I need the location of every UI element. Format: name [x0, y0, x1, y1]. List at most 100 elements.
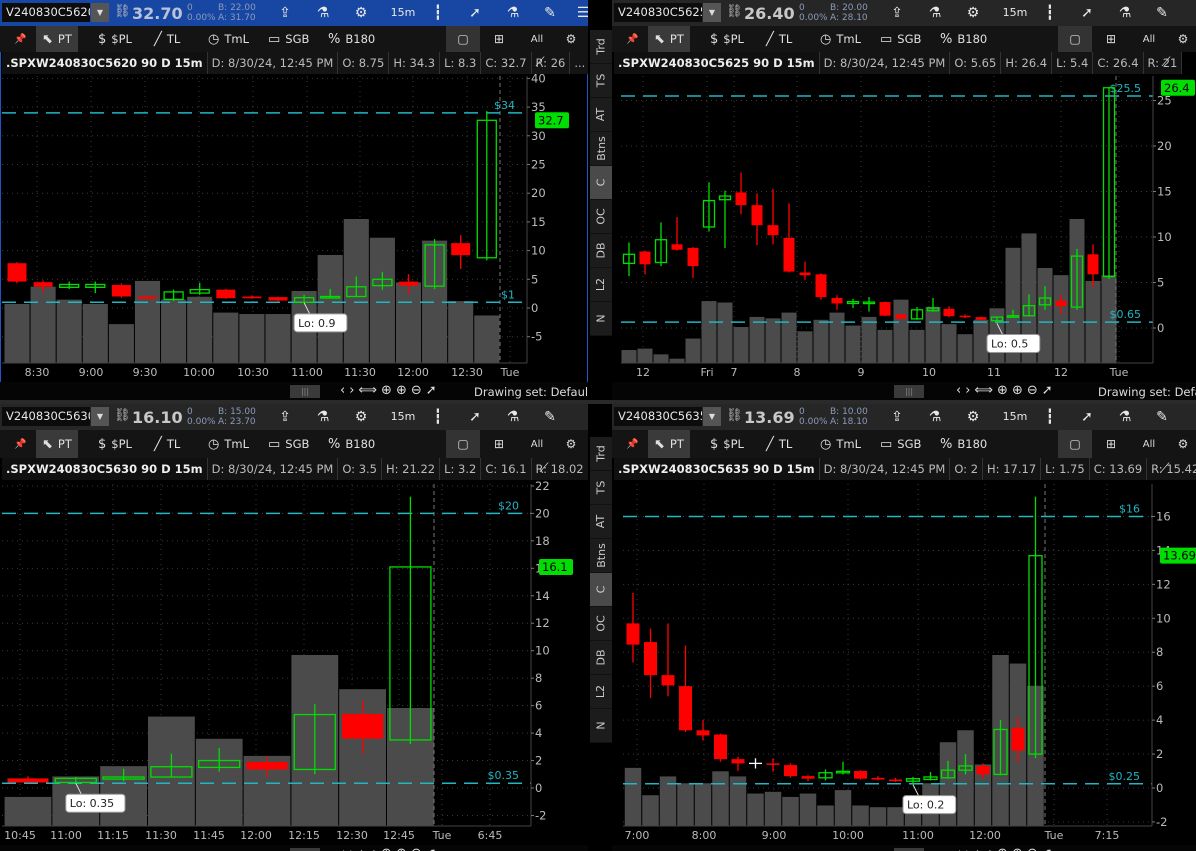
- side-tab-trd[interactable]: Trd: [590, 30, 612, 64]
- chart-type-candle-icon[interactable]: ┇: [1037, 3, 1063, 23]
- all-button[interactable]: All: [1132, 430, 1166, 458]
- share-icon[interactable]: ⇪: [884, 3, 910, 23]
- pin-button[interactable]: 📌: [8, 26, 32, 52]
- pl-tool-button[interactable]: $ $PL: [92, 26, 138, 52]
- pointer-tool-button[interactable]: ⬉ PT: [648, 430, 690, 458]
- pl-tool-button[interactable]: $ $PL: [704, 26, 750, 52]
- side-tab-btns[interactable]: Btns: [590, 539, 612, 573]
- chart-type-candle-icon[interactable]: ┇: [1037, 407, 1063, 427]
- link-icon[interactable]: ⛓: [726, 408, 743, 423]
- pin-button[interactable]: 📌: [8, 430, 32, 458]
- scroll-left-icon[interactable]: ‹: [340, 383, 345, 398]
- single-layout-button[interactable]: ▢: [446, 430, 480, 458]
- pointer-tool-button[interactable]: ⬉ PT: [36, 26, 78, 52]
- timeframe-button[interactable]: 15m: [388, 407, 418, 427]
- drawing-set-selector[interactable]: Drawing set: Defau: [1098, 385, 1196, 399]
- side-tab-btns[interactable]: Btns: [590, 132, 612, 166]
- pl-tool-button[interactable]: $ $PL: [92, 430, 138, 458]
- horizontal-scrollbar[interactable]: ||| ‹ › ⟺ ⊕ ⊕ ⊖ ➚ Drawing set: Defau: [612, 382, 1196, 400]
- scrollbar-thumb[interactable]: |||: [894, 385, 924, 398]
- scroll-right-icon[interactable]: ›: [349, 383, 354, 398]
- timeline-tool-button[interactable]: ◷ TmL: [202, 26, 255, 52]
- side-tab-c[interactable]: C: [590, 166, 612, 200]
- chart-type-candle-icon[interactable]: ┇: [425, 407, 451, 427]
- share-icon[interactable]: ⇪: [272, 407, 298, 427]
- horizontal-scrollbar[interactable]: |||‹›⟺⊕⊕⊖➚: [612, 845, 1196, 851]
- expand-icon[interactable]: ⟺: [974, 846, 993, 851]
- zoom-out-icon[interactable]: ⊖: [411, 846, 422, 851]
- sgb-tool-button[interactable]: ▭ SGB: [262, 430, 315, 458]
- cursor-icon[interactable]: ➚: [426, 383, 437, 398]
- drawing-tools-icon[interactable]: ✎: [537, 3, 563, 23]
- side-tab-ts[interactable]: TS: [590, 64, 612, 98]
- side-tab-db[interactable]: DB: [590, 641, 612, 675]
- scroll-right-icon[interactable]: ›: [965, 846, 970, 851]
- zoom-out-icon[interactable]: ⊖: [411, 383, 422, 398]
- b180-tool-button[interactable]: % B180: [322, 430, 381, 458]
- crosshair-icon[interactable]: ⊕: [381, 383, 392, 398]
- side-tab-n[interactable]: N: [590, 302, 612, 336]
- scroll-right-icon[interactable]: ›: [349, 846, 354, 851]
- symbol-dropdown-button[interactable]: ▼: [703, 3, 721, 22]
- studies-flask-icon[interactable]: ⚗: [922, 3, 948, 23]
- zoom-in-icon[interactable]: ⊕: [1012, 383, 1023, 398]
- single-layout-button[interactable]: ▢: [1058, 26, 1092, 52]
- studies-flask-icon[interactable]: ⚗: [922, 407, 948, 427]
- cursor-icon[interactable]: ➚: [1042, 383, 1053, 398]
- symbol-dropdown-button[interactable]: ▼: [91, 3, 109, 22]
- timeframe-button[interactable]: 15m: [1000, 407, 1030, 427]
- zoom-out-icon[interactable]: ⊖: [1027, 383, 1038, 398]
- expand-icon[interactable]: ⟺: [974, 383, 993, 398]
- strategies-flask-icon[interactable]: ⚗: [500, 3, 526, 23]
- trendline-tool-button[interactable]: ╱ TL: [760, 26, 798, 52]
- link-icon[interactable]: ⛓: [114, 408, 131, 423]
- share-icon[interactable]: ⇪: [272, 3, 298, 23]
- symbol-input[interactable]: V240830C5635: [614, 407, 702, 426]
- trendline-tool-button[interactable]: ╱ TL: [760, 430, 798, 458]
- horizontal-scrollbar[interactable]: ||| ‹ › ⟺ ⊕ ⊕ ⊖ ➚ Drawing set: Default: [0, 382, 588, 400]
- pointer-tool-button[interactable]: ⬉ PT: [36, 430, 78, 458]
- side-tab-ts[interactable]: TS: [590, 471, 612, 505]
- single-layout-button[interactable]: ▢: [1058, 430, 1092, 458]
- b180-tool-button[interactable]: % B180: [322, 26, 381, 52]
- expand-icon[interactable]: ⟺: [358, 383, 377, 398]
- toolbar-settings-button[interactable]: ⚙: [1166, 430, 1196, 458]
- side-tab-oc[interactable]: OC: [590, 200, 612, 234]
- settings-gear-icon[interactable]: ⚙: [960, 407, 986, 427]
- expand-icon[interactable]: ⟺: [358, 846, 377, 851]
- studies-flask-icon[interactable]: ⚗: [310, 407, 336, 427]
- side-tab-at[interactable]: AT: [590, 505, 612, 539]
- drawing-tools-icon[interactable]: ✎: [537, 407, 563, 427]
- trendline-tool-button[interactable]: ╱ TL: [148, 26, 186, 52]
- timeframe-button[interactable]: 15m: [388, 3, 418, 23]
- style-settings-icon[interactable]: ⟋: [1154, 459, 1176, 479]
- cursor-icon[interactable]: ➚: [426, 846, 437, 851]
- side-tab-at[interactable]: AT: [590, 98, 612, 132]
- side-tab-trd[interactable]: Trd: [590, 437, 612, 471]
- scrollbar-thumb[interactable]: |||: [290, 385, 320, 398]
- crosshair-icon[interactable]: ⊕: [997, 846, 1008, 851]
- symbol-input[interactable]: V240830C5630: [2, 407, 90, 426]
- symbol-dropdown-button[interactable]: ▼: [703, 407, 721, 426]
- drawing-tools-icon[interactable]: ✎: [1149, 3, 1175, 23]
- strategies-flask-icon[interactable]: ⚗: [500, 407, 526, 427]
- b180-tool-button[interactable]: % B180: [934, 26, 993, 52]
- grid-layout-button[interactable]: ⊞: [1094, 26, 1128, 52]
- all-button[interactable]: All: [520, 430, 554, 458]
- grid-layout-button[interactable]: ⊞: [482, 26, 516, 52]
- style-settings-icon[interactable]: ⟋: [1155, 53, 1177, 73]
- symbol-input[interactable]: V240830C5625: [614, 3, 702, 22]
- settings-gear-icon[interactable]: ⚙: [348, 3, 374, 23]
- settings-gear-icon[interactable]: ⚙: [348, 407, 374, 427]
- timeline-tool-button[interactable]: ◷ TmL: [814, 26, 867, 52]
- timeline-tool-button[interactable]: ◷ TmL: [202, 430, 255, 458]
- link-icon[interactable]: ⛓: [726, 4, 743, 19]
- toolbar-settings-button[interactable]: ⚙: [1166, 26, 1196, 52]
- scroll-left-icon[interactable]: ‹: [956, 383, 961, 398]
- timeline-tool-button[interactable]: ◷ TmL: [814, 430, 867, 458]
- share-icon[interactable]: ⇪: [884, 407, 910, 427]
- zoom-in-icon[interactable]: ⊕: [396, 383, 407, 398]
- cursor-icon[interactable]: ➚: [1074, 407, 1100, 427]
- side-tab-n[interactable]: N: [590, 709, 612, 743]
- side-tab-l2[interactable]: L2: [590, 675, 612, 709]
